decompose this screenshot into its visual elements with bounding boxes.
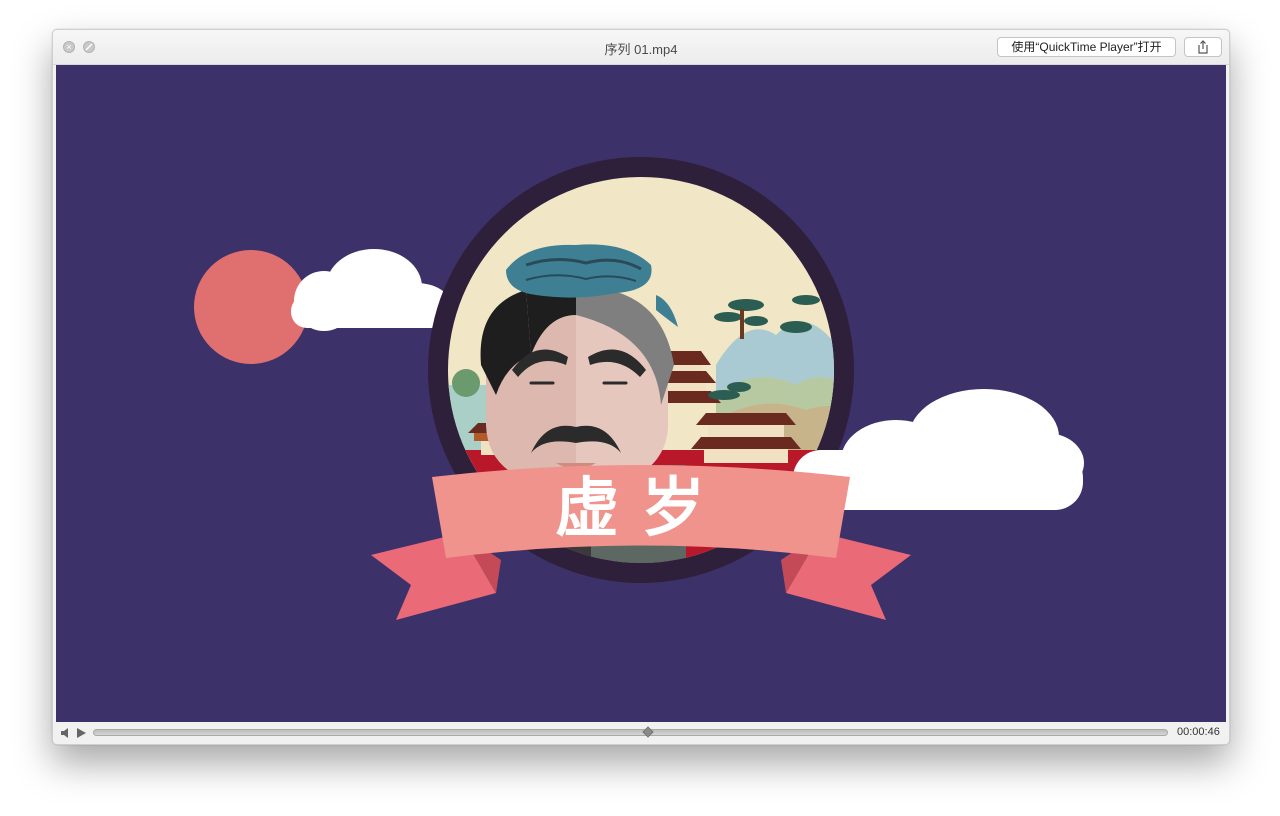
playback-controls: 00:00:46: [53, 722, 1229, 744]
share-icon: [1198, 40, 1208, 54]
open-with-quicktime-button[interactable]: 使用“QuickTime Player”打开: [997, 37, 1176, 57]
title-bar[interactable]: × 序列 01.mp4 使用“QuickTime Player”打开: [53, 30, 1229, 65]
player-window: × 序列 01.mp4 使用“QuickTime Player”打开 虚岁 00…: [52, 29, 1230, 745]
timeline-scrubber[interactable]: [93, 729, 1168, 736]
banner-title: 虚岁: [555, 472, 727, 546]
volume-icon[interactable]: [60, 727, 72, 739]
elapsed-time: 00:00:46: [1177, 726, 1220, 738]
video-frame[interactable]: 虚岁: [56, 65, 1226, 722]
share-button[interactable]: [1184, 37, 1222, 57]
sun-shape: [194, 250, 308, 364]
cloud-left: [291, 249, 451, 331]
video-illustration: 虚岁: [194, 157, 1084, 620]
play-icon[interactable]: [75, 727, 87, 739]
